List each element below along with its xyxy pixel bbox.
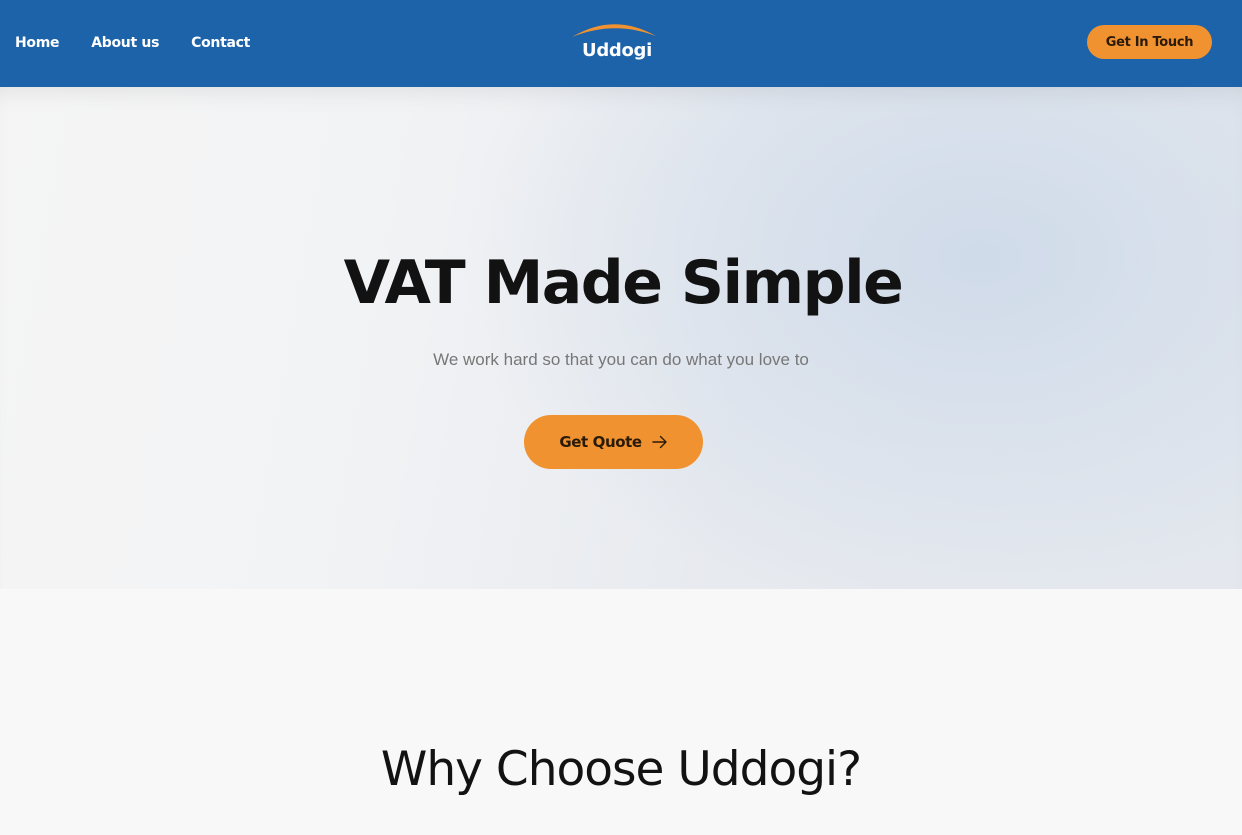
nav-link-contact[interactable]: Contact [191, 33, 250, 53]
nav-link-about-us[interactable]: About us [91, 33, 159, 53]
nav-link-home[interactable]: Home [15, 33, 60, 53]
nav-links: Home About us Contact [15, 33, 250, 53]
brand-logo[interactable]: Uddogi [570, 18, 658, 68]
hero-title: VAT Made Simple [343, 248, 904, 318]
why-choose-title: Why Choose Uddogi? [380, 742, 862, 797]
hero-subtitle: We work hard so that you can do what you… [433, 350, 809, 369]
hero-section: VAT Made Simple We work hard so that you… [0, 87, 1242, 589]
get-quote-label: Get Quote [559, 433, 642, 451]
logo-arc-icon [572, 24, 656, 37]
top-navbar: Home About us Contact Uddogi Get In Touc… [0, 0, 1242, 87]
logo-text: Uddogi [582, 40, 653, 61]
get-quote-button[interactable]: Get Quote [524, 415, 703, 469]
get-in-touch-button[interactable]: Get In Touch [1087, 25, 1212, 59]
arrow-right-icon [651, 435, 667, 449]
